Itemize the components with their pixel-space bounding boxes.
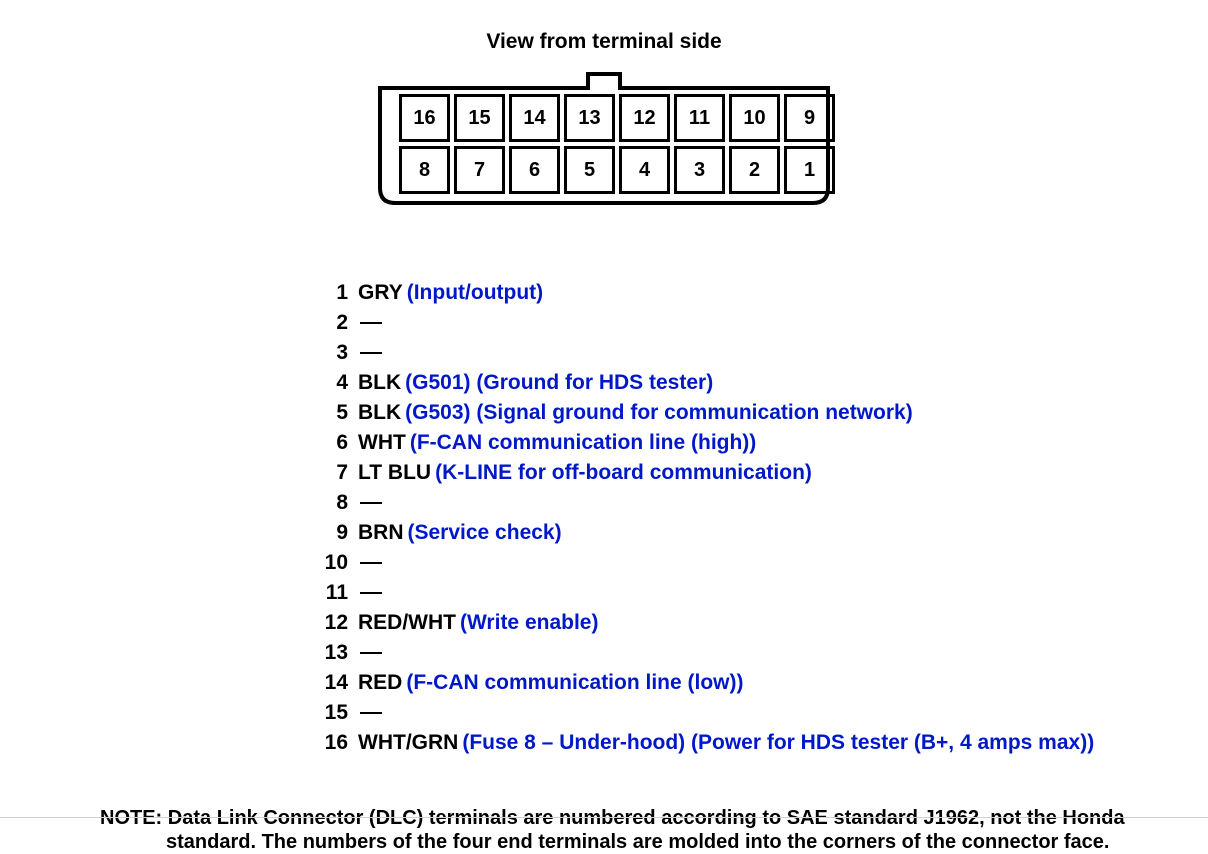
pin-row: 3 [320, 338, 1208, 368]
pin-number: 5 [320, 398, 348, 428]
pin-number: 2 [320, 308, 348, 338]
pin-cell: 2 [729, 146, 780, 194]
divider [0, 817, 1208, 818]
pin-cell: 15 [454, 94, 505, 142]
pin-row: 15 [320, 698, 1208, 728]
note-block: NOTE: Data Link Connector (DLC) terminal… [0, 758, 1208, 854]
pin-number: 8 [320, 488, 348, 518]
note-text-line1: Data Link Connector (DLC) terminals are … [168, 807, 1125, 829]
pin-description: (Input/output) [407, 278, 543, 308]
connector-diagram: 16 15 14 13 12 11 10 9 8 7 6 5 4 3 2 1 [0, 68, 1208, 208]
pin-color: GRY [358, 278, 403, 308]
pin-grid: 16 15 14 13 12 11 10 9 8 7 6 5 4 3 2 1 [399, 94, 835, 194]
pin-description: (Service check) [408, 518, 562, 548]
pin-color: BLK [358, 368, 401, 398]
pin-number: 3 [320, 338, 348, 368]
pin-description: (G503) (Signal ground for communication … [405, 398, 913, 428]
pin-number: 6 [320, 428, 348, 458]
pin-cell: 13 [564, 94, 615, 142]
pin-row: 1 GRY (Input/output) [320, 278, 1208, 308]
pin-color: WHT/GRN [358, 728, 458, 758]
empty-pin-dash-icon [360, 652, 382, 654]
pin-cell: 3 [674, 146, 725, 194]
pin-cell: 9 [784, 94, 835, 142]
pin-color: WHT [358, 428, 406, 458]
pin-description: (Write enable) [460, 608, 598, 638]
pin-number: 15 [320, 698, 348, 728]
pin-row: 16 WHT/GRN (Fuse 8 – Under-hood) (Power f… [320, 728, 1208, 758]
pin-number: 11 [320, 578, 348, 608]
note-label: NOTE: [100, 807, 162, 829]
pin-description: (K-LINE for off-board communication) [435, 458, 812, 488]
pin-cell: 11 [674, 94, 725, 142]
pin-description: (F-CAN communication line (high)) [410, 428, 756, 458]
pin-row: 13 [320, 638, 1208, 668]
pin-row: 7 LT BLU (K-LINE for off-board communicat… [320, 458, 1208, 488]
pin-color: BRN [358, 518, 404, 548]
page: View from terminal side 16 15 14 13 12 1… [0, 0, 1208, 830]
pin-number: 1 [320, 278, 348, 308]
connector-outline-wrap: 16 15 14 13 12 11 10 9 8 7 6 5 4 3 2 1 [378, 68, 830, 208]
note-text-line2: standard. The numbers of the four end te… [100, 830, 1128, 854]
pin-color: RED/WHT [358, 608, 456, 638]
pin-row: 4 BLK (G501) (Ground for HDS tester) [320, 368, 1208, 398]
pin-row: 8 [320, 488, 1208, 518]
pin-row: 5 BLK (G503) (Signal ground for communica… [320, 398, 1208, 428]
pin-number: 16 [320, 728, 348, 758]
empty-pin-dash-icon [360, 562, 382, 564]
pin-list: 1 GRY (Input/output) 234 BLK (G501) (Ground… [0, 278, 1208, 758]
pin-row: 12 RED/WHT (Write enable) [320, 608, 1208, 638]
pin-row: 9 BRN (Service check) [320, 518, 1208, 548]
pin-number: 13 [320, 638, 348, 668]
pin-cell: 16 [399, 94, 450, 142]
pin-row: 11 [320, 578, 1208, 608]
pin-color: RED [358, 668, 402, 698]
pin-color: BLK [358, 398, 401, 428]
pin-cell: 8 [399, 146, 450, 194]
pin-color: LT BLU [358, 458, 431, 488]
pin-cell: 14 [509, 94, 560, 142]
pin-description: (F-CAN communication line (low)) [406, 668, 743, 698]
pin-number: 9 [320, 518, 348, 548]
pin-row: 10 [320, 548, 1208, 578]
pin-number: 7 [320, 458, 348, 488]
empty-pin-dash-icon [360, 502, 382, 504]
pin-cell: 12 [619, 94, 670, 142]
pin-description: (G501) (Ground for HDS tester) [405, 368, 713, 398]
pin-number: 4 [320, 368, 348, 398]
pin-cell: 10 [729, 94, 780, 142]
pin-number: 14 [320, 668, 348, 698]
diagram-title: View from terminal side [0, 0, 1208, 68]
empty-pin-dash-icon [360, 712, 382, 714]
pin-description: (Fuse 8 – Under-hood) (Power for HDS tes… [462, 728, 1094, 758]
pin-cell: 5 [564, 146, 615, 194]
pin-number: 10 [320, 548, 348, 578]
pin-cell: 4 [619, 146, 670, 194]
pin-row: 2 [320, 308, 1208, 338]
pin-cell: 1 [784, 146, 835, 194]
pin-number: 12 [320, 608, 348, 638]
pin-row: 6 WHT (F-CAN communication line (high)) [320, 428, 1208, 458]
empty-pin-dash-icon [360, 322, 382, 324]
empty-pin-dash-icon [360, 352, 382, 354]
pin-row: 14 RED (F-CAN communication line (low)) [320, 668, 1208, 698]
pin-cell: 6 [509, 146, 560, 194]
empty-pin-dash-icon [360, 592, 382, 594]
pin-cell: 7 [454, 146, 505, 194]
